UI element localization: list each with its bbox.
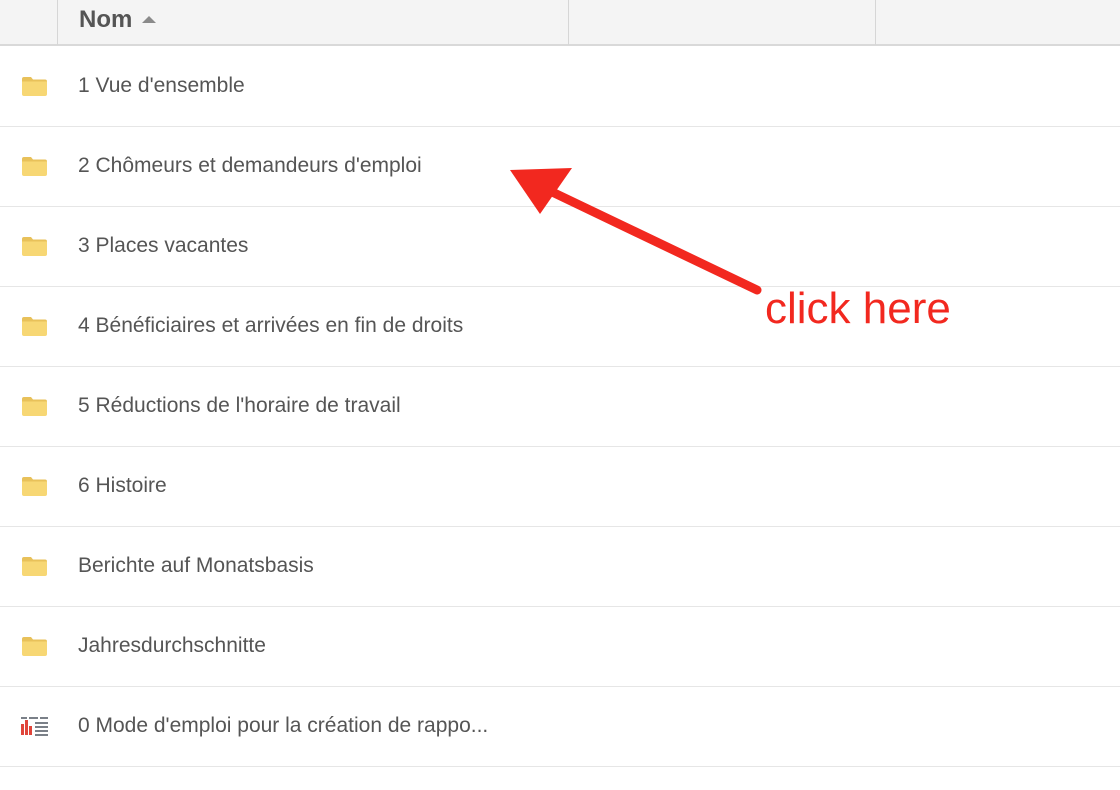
item-label: 5 Réductions de l'horaire de travail: [78, 394, 401, 417]
column-name-label: Nom: [79, 6, 133, 33]
item-label: 3 Places vacantes: [78, 234, 249, 257]
report-icon: [21, 717, 48, 736]
sort-by-name-button[interactable]: Nom: [79, 6, 157, 34]
header-column-3[interactable]: [876, 0, 1120, 45]
list-item[interactable]: Jahresdurchschnitte: [0, 607, 1120, 687]
folder-icon: [22, 397, 47, 416]
item-label: 4 Bénéficiaires et arrivées en fin de dr…: [78, 314, 464, 337]
item-label: Jahresdurchschnitte: [78, 634, 266, 657]
list-item[interactable]: 3 Places vacantes: [0, 207, 1120, 287]
header-icon-column: [0, 0, 58, 45]
folder-icon: [22, 77, 47, 96]
file-list: 1 Vue d'ensemble 2 Chômeurs et demandeur…: [0, 47, 1120, 767]
item-label: Berichte auf Monatsbasis: [78, 554, 314, 577]
header-column-2[interactable]: [569, 0, 876, 45]
annotation-text: click here: [765, 284, 951, 333]
item-label: 2 Chômeurs et demandeurs d'emploi: [78, 154, 422, 177]
folder-icon: [22, 637, 47, 656]
sort-ascending-icon[interactable]: [142, 15, 157, 23]
folder-icon: [22, 477, 47, 496]
file-browser: Nom 1 Vue d'ensemble 2 Chômeurs et deman…: [0, 0, 1120, 790]
list-item[interactable]: 6 Histoire: [0, 447, 1120, 527]
list-item[interactable]: 2 Chômeurs et demandeurs d'emploi: [0, 127, 1120, 207]
item-label: 1 Vue d'ensemble: [78, 74, 245, 97]
list-item[interactable]: 4 Bénéficiaires et arrivées en fin de dr…: [0, 287, 1120, 367]
item-label: 0 Mode d'emploi pour la création de rapp…: [78, 714, 489, 737]
list-item[interactable]: Berichte auf Monatsbasis: [0, 527, 1120, 607]
item-label: 6 Histoire: [78, 474, 167, 497]
folder-icon: [22, 557, 47, 576]
folder-icon: [22, 237, 47, 256]
list-item[interactable]: 1 Vue d'ensemble: [0, 47, 1120, 127]
list-item[interactable]: 0 Mode d'emploi pour la création de rapp…: [0, 687, 1120, 767]
folder-icon: [22, 317, 47, 336]
folder-icon: [22, 157, 47, 176]
list-item[interactable]: 5 Réductions de l'horaire de travail: [0, 367, 1120, 447]
table-header: Nom: [0, 0, 1120, 46]
